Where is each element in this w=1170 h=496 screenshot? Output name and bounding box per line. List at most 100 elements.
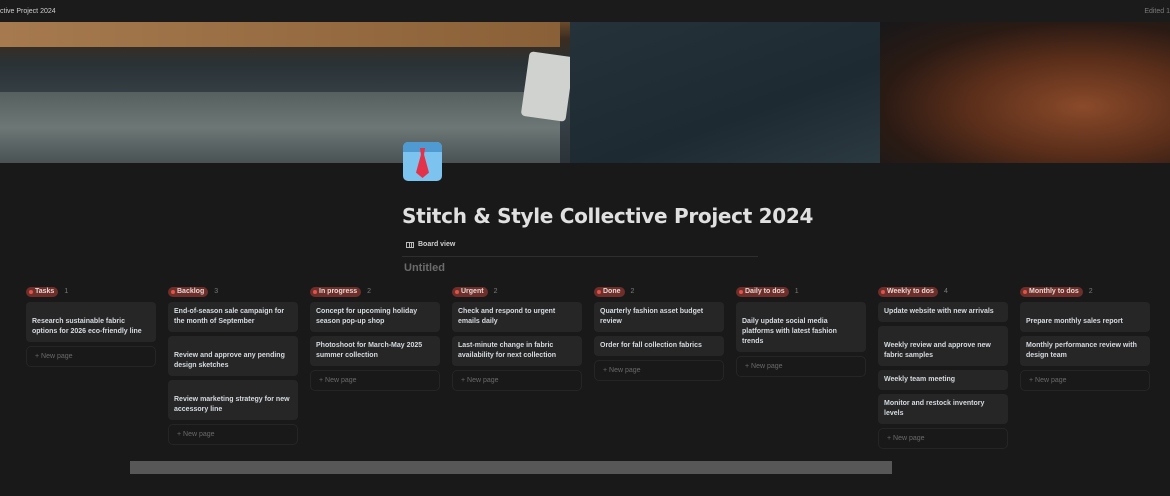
column-name: Daily to dos [745, 287, 785, 295]
column-header[interactable]: Urgent 2 [452, 286, 582, 297]
column-count: 1 [794, 288, 799, 295]
column-name: Backlog [177, 287, 205, 295]
top-bar: ctive Project 2024 Edited 1 [0, 0, 1170, 22]
card-title: Check and respond to urgent emails daily [458, 308, 556, 325]
card[interactable]: End-of-season sale campaign for the mont… [168, 302, 298, 332]
card[interactable]: Order for fall collection fabrics [594, 336, 724, 356]
board-column: Done 2 Quarterly fashion asset budget revi… [594, 286, 724, 381]
new-page-label: New page [1035, 377, 1067, 384]
card[interactable]: Monthly performance review with design t… [1020, 336, 1150, 366]
card[interactable]: Update website with new arrivals [878, 302, 1008, 322]
status-tag: Urgent [452, 286, 488, 297]
card-title: Monitor and restock inventory levels [884, 400, 985, 417]
dot-icon [29, 289, 33, 294]
card[interactable]: Quarterly fashion asset budget review [594, 302, 724, 332]
column-name: Urgent [461, 287, 484, 295]
board-column: Daily to dos 1 Daily update social media p… [736, 286, 866, 377]
column-header[interactable]: Monthly to dos 2 [1020, 286, 1150, 297]
column-count: 1 [64, 288, 69, 295]
column-name: Tasks [35, 287, 55, 295]
tab-label: Board view [418, 241, 456, 248]
card-title: End-of-season sale campaign for the mont… [174, 308, 285, 325]
new-page-label: New page [467, 377, 499, 384]
board-column: In progress 2 Concept for upcoming holiday… [310, 286, 440, 391]
new-page-label: New page [609, 367, 641, 374]
card[interactable]: Research sustainable fabric options for … [26, 302, 156, 342]
page-title[interactable]: Stitch & Style Collective Project 2024 [402, 204, 813, 228]
board-column: Tasks 1 Research sustainable fabric option… [26, 286, 156, 367]
new-page-button[interactable]: + New page [594, 360, 724, 381]
card-title: Review and approve any pending design sk… [174, 352, 285, 369]
new-page-button[interactable]: + New page [452, 370, 582, 391]
new-page-button[interactable]: + New page [168, 424, 298, 445]
card-title: Photoshoot for March-May 2025 summer col… [316, 342, 423, 359]
board-column: Monthly to dos 2 Prepare monthly sales rep… [1020, 286, 1150, 391]
card[interactable]: Weekly review and approve new fabric sam… [878, 326, 1008, 366]
horizontal-scrollbar[interactable] [130, 461, 892, 474]
new-page-label: New page [751, 363, 783, 370]
card[interactable]: Prepare monthly sales report [1020, 302, 1150, 332]
card[interactable]: Daily update social media platforms with… [736, 302, 866, 352]
status-tag: Monthly to dos [1020, 286, 1083, 297]
dot-icon [1023, 289, 1027, 294]
column-header[interactable]: In progress 2 [310, 286, 440, 297]
new-page-label: New page [183, 431, 215, 438]
status-tag: Tasks [26, 286, 59, 297]
tab-board-view[interactable]: Board view [406, 241, 455, 248]
cover-image [0, 22, 1170, 163]
status-tag: In progress [310, 286, 362, 297]
column-name: In progress [319, 287, 358, 295]
board-column: Urgent 2 Check and respond to urgent email… [452, 286, 582, 391]
card[interactable]: Monitor and restock inventory levels [878, 394, 1008, 424]
breadcrumb-title[interactable]: ctive Project 2024 [0, 8, 56, 15]
card[interactable]: Concept for upcoming holiday season pop-… [310, 302, 440, 332]
column-count: 2 [1088, 288, 1093, 295]
card-title: Daily update social media platforms with… [742, 318, 837, 345]
card-title: Concept for upcoming holiday season pop-… [316, 308, 418, 325]
card-title: Research sustainable fabric options for … [32, 318, 142, 335]
card[interactable]: Review and approve any pending design sk… [168, 336, 298, 376]
card-title: Order for fall collection fabrics [600, 342, 702, 349]
new-page-button[interactable]: + New page [310, 370, 440, 391]
card[interactable]: Review marketing strategy for new access… [168, 380, 298, 420]
card-title: Review marketing strategy for new access… [174, 396, 290, 413]
card[interactable]: Weekly team meeting [878, 370, 1008, 390]
necktie-icon[interactable] [403, 142, 442, 181]
card-title: Quarterly fashion asset budget review [600, 308, 704, 325]
dot-icon [739, 289, 743, 294]
card-title: Weekly review and approve new fabric sam… [884, 342, 991, 359]
column-count: 2 [630, 288, 635, 295]
column-name: Done [603, 287, 621, 295]
card-title: Update website with new arrivals [884, 308, 994, 315]
column-header[interactable]: Tasks 1 [26, 286, 156, 297]
column-count: 2 [367, 288, 372, 295]
new-page-button[interactable]: + New page [1020, 370, 1150, 391]
card-title: Monthly performance review with design t… [1026, 342, 1137, 359]
status-tag: Done [594, 286, 625, 297]
card[interactable]: Check and respond to urgent emails daily [452, 302, 582, 332]
new-page-button[interactable]: + New page [26, 346, 156, 367]
new-page-label: New page [325, 377, 357, 384]
dot-icon [881, 289, 885, 294]
dot-icon [171, 289, 175, 294]
new-page-label: New page [893, 435, 925, 442]
dot-icon [455, 289, 459, 294]
column-header[interactable]: Daily to dos 1 [736, 286, 866, 297]
board-title[interactable]: Untitled [404, 262, 445, 274]
column-name: Monthly to dos [1029, 287, 1079, 295]
divider [402, 256, 758, 257]
status-tag: Weekly to dos [878, 286, 938, 297]
column-count: 2 [493, 288, 498, 295]
column-header[interactable]: Done 2 [594, 286, 724, 297]
column-name: Weekly to dos [887, 287, 934, 295]
status-tag: Daily to dos [736, 286, 789, 297]
new-page-button[interactable]: + New page [878, 428, 1008, 449]
new-page-label: New page [41, 353, 73, 360]
column-header[interactable]: Weekly to dos 4 [878, 286, 1008, 297]
card[interactable]: Photoshoot for March-May 2025 summer col… [310, 336, 440, 366]
column-header[interactable]: Backlog 3 [168, 286, 298, 297]
new-page-button[interactable]: + New page [736, 356, 866, 377]
card[interactable]: Last-minute change in fabric availabilit… [452, 336, 582, 366]
board-icon [406, 241, 414, 248]
column-count: 4 [943, 288, 948, 295]
